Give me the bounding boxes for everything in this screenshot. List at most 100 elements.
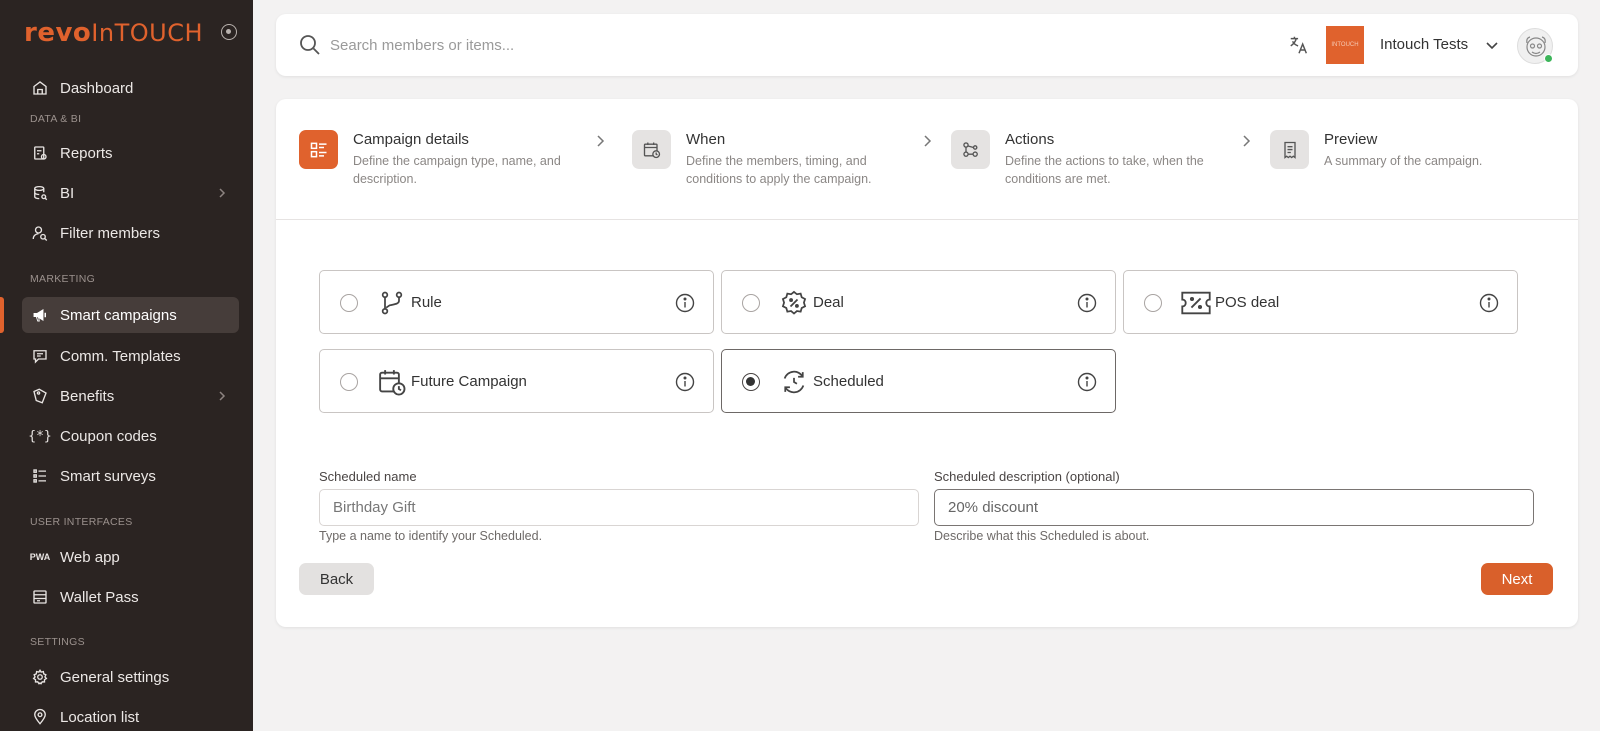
section-data-bi: DATA & BI (30, 113, 82, 125)
sidebar: revo InTOUCH Dashboard DATA & BI Reports … (0, 0, 253, 731)
sidebar-item-location-list[interactable]: Location list (22, 699, 239, 731)
search-icon (298, 33, 322, 62)
sidebar-item-label: Wallet Pass (60, 588, 139, 606)
section-settings: SETTINGS (30, 636, 85, 648)
wallet-icon (30, 587, 50, 607)
message-icon (30, 346, 50, 366)
sidebar-item-coupon-codes[interactable]: {*} Coupon codes (22, 418, 239, 454)
calendar-clock-icon (376, 366, 408, 398)
back-button[interactable]: Back (299, 563, 374, 595)
section-marketing: MARKETING (30, 273, 96, 285)
option-label: Deal (813, 294, 844, 311)
home-icon (30, 78, 50, 98)
list-details-icon (299, 130, 338, 169)
sidebar-item-wallet-pass[interactable]: Wallet Pass (22, 579, 239, 615)
sidebar-item-benefits[interactable]: Benefits (22, 378, 239, 414)
sidebar-item-label: Dashboard (60, 79, 134, 97)
sidebar-toggle-icon[interactable] (221, 24, 237, 40)
section-user-interfaces: USER INTERFACES (30, 516, 133, 528)
step-description: A summary of the campaign. (1324, 154, 1483, 168)
discount-badge-icon (778, 287, 810, 319)
sidebar-item-label: Smart surveys (60, 467, 156, 485)
ticket-percent-icon (1180, 287, 1212, 319)
sidebar-item-label: BI (60, 184, 75, 202)
option-scheduled[interactable]: Scheduled (721, 349, 1116, 413)
list-icon (30, 466, 50, 486)
step-title: Preview (1324, 131, 1378, 148)
step-description: Define the members, timing, and conditio… (686, 154, 872, 186)
chevron-right-icon (1241, 134, 1251, 153)
chevron-right-icon (922, 134, 932, 153)
next-button[interactable]: Next (1481, 563, 1553, 595)
refresh-clock-icon (778, 366, 810, 398)
active-indicator (0, 297, 4, 333)
sidebar-item-web-app[interactable]: PWA Web app (22, 539, 239, 575)
option-pos-deal[interactable]: POS deal (1123, 270, 1518, 334)
sidebar-item-label: Web app (60, 548, 120, 566)
sidebar-item-label: Filter members (60, 224, 161, 242)
org-name[interactable]: Intouch Tests (1380, 36, 1468, 53)
sidebar-item-label: Coupon codes (60, 427, 157, 445)
sidebar-item-smart-campaigns[interactable]: Smart campaigns (22, 297, 239, 333)
option-deal[interactable]: Deal (721, 270, 1116, 334)
top-bar: INTOUCH Intouch Tests (276, 14, 1578, 76)
report-icon (30, 143, 50, 163)
sidebar-item-general-settings[interactable]: General settings (22, 659, 239, 695)
radio-rule[interactable] (340, 294, 358, 312)
translate-icon[interactable] (1288, 34, 1310, 61)
chevron-right-icon (217, 389, 227, 406)
route-icon (951, 130, 990, 169)
info-icon[interactable] (1077, 372, 1097, 397)
step-description: Define the actions to take, when the con… (1005, 154, 1204, 186)
calendar-clock-icon (632, 130, 671, 169)
option-future-campaign[interactable]: Future Campaign (319, 349, 714, 413)
sidebar-item-label: Benefits (60, 387, 115, 405)
radio-future-campaign[interactable] (340, 373, 358, 391)
option-label: Rule (411, 294, 442, 311)
info-icon[interactable] (1077, 293, 1097, 318)
sidebar-item-bi[interactable]: BI (22, 175, 239, 211)
option-rule[interactable]: Rule (319, 270, 714, 334)
radio-deal[interactable] (742, 294, 760, 312)
sidebar-item-filter-members[interactable]: Filter members (22, 215, 239, 251)
sidebar-item-label: Comm. Templates (60, 347, 181, 365)
option-label: POS deal (1215, 294, 1280, 311)
sidebar-item-smart-surveys[interactable]: Smart surveys (22, 458, 239, 494)
gear-icon (30, 667, 50, 687)
description-help-text: Describe what this Scheduled is about. (934, 529, 1150, 543)
sidebar-item-label: Smart campaigns (60, 306, 177, 324)
brand-logo[interactable]: revo InTOUCH (24, 18, 203, 48)
description-input[interactable]: 20% discount (934, 489, 1534, 526)
chevron-right-icon (217, 186, 227, 203)
org-logo: INTOUCH (1326, 26, 1364, 64)
sidebar-item-label: Reports (60, 144, 113, 162)
info-icon[interactable] (1479, 293, 1499, 318)
info-icon[interactable] (675, 293, 695, 318)
sidebar-item-comm-templates[interactable]: Comm. Templates (22, 338, 239, 374)
chevron-down-icon[interactable] (1485, 38, 1499, 56)
sidebar-item-dashboard[interactable]: Dashboard (22, 70, 239, 106)
info-icon[interactable] (675, 372, 695, 397)
description-label: Scheduled description (optional) (934, 469, 1120, 484)
radio-scheduled[interactable] (742, 373, 760, 391)
wizard-steps: Campaign details Define the campaign typ… (276, 99, 1578, 220)
step-title: When (686, 131, 726, 148)
online-status-dot (1544, 54, 1553, 63)
git-branch-icon (376, 287, 408, 319)
braces-asterisk-icon: {*} (28, 428, 52, 444)
name-label: Scheduled name (319, 469, 417, 484)
search-input[interactable] (330, 32, 1030, 58)
radio-pos-deal[interactable] (1144, 294, 1162, 312)
campaign-wizard-card: Campaign details Define the campaign typ… (276, 99, 1578, 627)
sidebar-item-reports[interactable]: Reports (22, 135, 239, 171)
option-label: Scheduled (813, 373, 884, 390)
user-search-icon (30, 223, 50, 243)
logo-light: InTOUCH (91, 19, 203, 47)
name-input[interactable]: Birthday Gift (319, 489, 919, 526)
step-title: Actions (1005, 131, 1055, 148)
tag-icon (30, 386, 50, 406)
sidebar-item-label: General settings (60, 668, 170, 686)
chevron-right-icon (595, 134, 605, 153)
option-label: Future Campaign (411, 373, 527, 390)
sidebar-item-label: Location list (60, 708, 140, 726)
